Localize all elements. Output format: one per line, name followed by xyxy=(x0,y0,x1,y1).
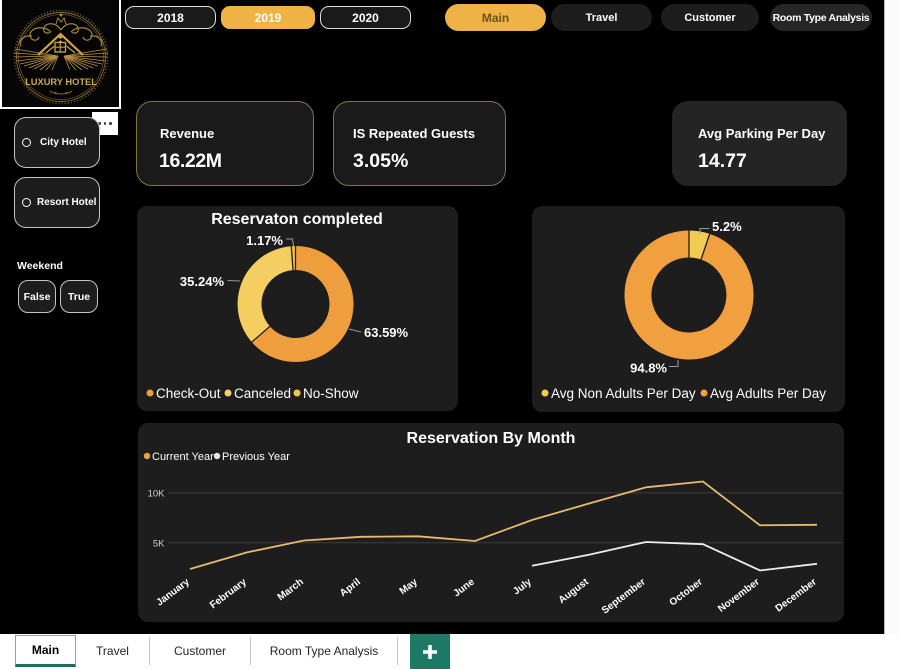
svg-text:LUXURY HOTEL: LUXURY HOTEL xyxy=(25,77,97,87)
